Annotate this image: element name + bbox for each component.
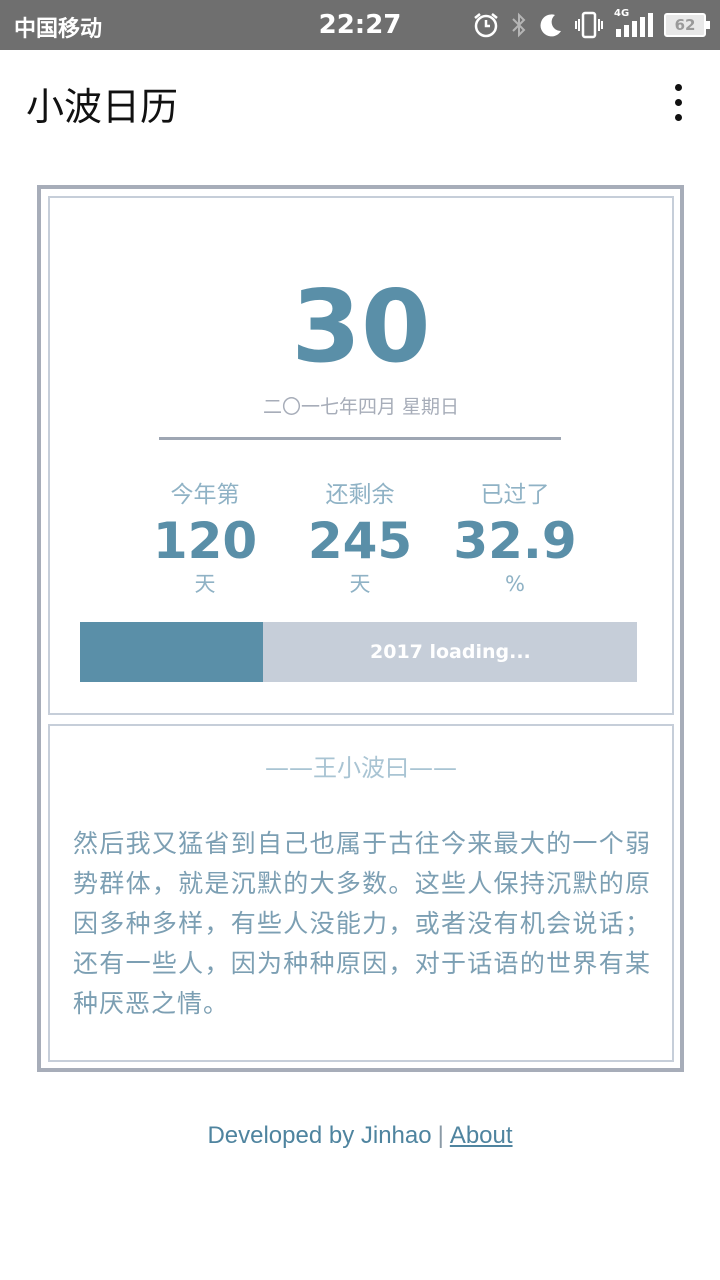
quote-title: ——王小波曰—— [265, 754, 457, 782]
battery-icon: 62 [664, 13, 710, 37]
app-title: 小波日历 [26, 85, 179, 129]
bluetooth-icon [510, 11, 528, 39]
footer-separator: | [437, 1122, 444, 1149]
network-type: 4G [614, 8, 630, 19]
footer: Developed by Jinhao | About [0, 1122, 720, 1150]
status-icons: 4G 62 [472, 8, 710, 40]
stat-unit: 天 [349, 572, 371, 596]
vibrate-icon [574, 11, 604, 39]
stat-percent-elapsed: 已过了 32.9 % [425, 478, 605, 598]
battery-level: 62 [674, 16, 696, 34]
stat-value: 120 [152, 512, 258, 570]
progress-fill [80, 622, 264, 682]
stat-label: 还剩余 [325, 482, 395, 508]
moon-icon [538, 11, 564, 39]
status-bar: 中国移动 22:27 4G 62 [0, 0, 720, 50]
stat-label: 已过了 [480, 482, 550, 508]
progress-text: 2017 loading... [370, 641, 531, 663]
alarm-icon [472, 11, 500, 39]
date-text: 二〇一七年四月 星期日 [262, 396, 460, 418]
stat-value: 245 [307, 512, 413, 570]
about-link[interactable]: About [450, 1122, 513, 1149]
developer-credit: Developed by Jinhao [207, 1122, 432, 1149]
quote-text: 然后我又猛省到自己也属于古往今来最大的一个弱势群体，就是沉默的大多数。这些人保持… [73, 829, 651, 1018]
stat-unit: 天 [194, 572, 216, 596]
year-progress-bar: 2017 loading... [80, 622, 637, 682]
app-bar: 小波日历 [0, 50, 720, 150]
signal-icon: 4G [614, 8, 654, 39]
stat-unit: % [505, 572, 525, 596]
day-number: 30 [291, 268, 431, 385]
divider [159, 437, 561, 440]
stat-value: 32.9 [453, 512, 577, 570]
stat-label: 今年第 [170, 482, 240, 508]
stat-days-remaining: 还剩余 245 天 [270, 478, 450, 598]
more-vert-icon[interactable] [666, 80, 690, 124]
stat-day-of-year: 今年第 120 天 [115, 478, 295, 598]
